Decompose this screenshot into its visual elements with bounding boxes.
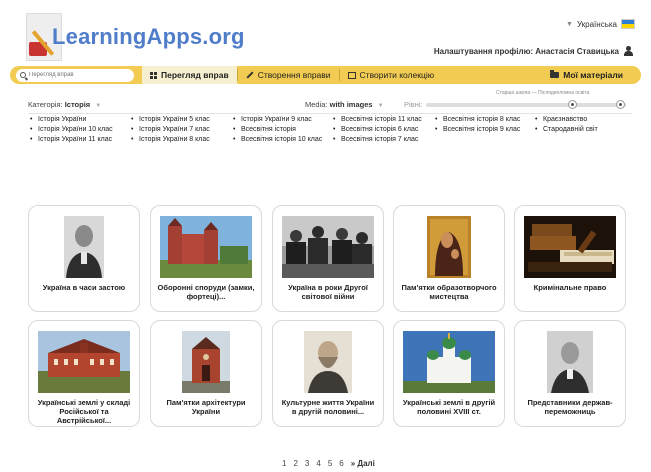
category-link[interactable]: Всесвітня історія 7 клас [333, 136, 433, 144]
page-link-2[interactable]: 2 [293, 459, 297, 468]
category-list: Історія України Історія України 10 клас … [30, 116, 640, 180]
slider-knob-max[interactable] [616, 100, 625, 109]
user-icon [624, 46, 633, 56]
levels-range-note: Старша школа — Післядипломна освіта [496, 90, 590, 96]
category-link[interactable]: Історія України 8 клас [131, 136, 231, 144]
cathedral-photo [403, 331, 495, 393]
app-card[interactable]: Пам'ятки образотворчого мистецтва [393, 205, 505, 312]
page-link-4[interactable]: 4 [316, 459, 320, 468]
card-title: Оборонні споруди (замки, фортеці)... [157, 283, 255, 301]
language-label: Українська [576, 19, 617, 29]
page-link-1[interactable]: 1 [282, 459, 286, 468]
nav-browse-apps-label: Перегляд вправ [161, 70, 229, 80]
category-link[interactable]: Історія України 10 клас [30, 126, 125, 134]
category-link[interactable]: Всесвітня історія 10 клас [233, 136, 333, 144]
app-card[interactable]: Україна в часи застою [28, 205, 140, 312]
main-nav: Перегляд вправ Створення вправи Створити… [10, 66, 641, 84]
card-title: Українські землі у складі Російської та … [37, 398, 131, 425]
profile-label: Налаштування профілю: Анастасія Ставицьк… [433, 46, 619, 56]
search-box [16, 68, 134, 82]
category-link[interactable]: Історія України 7 клас [131, 126, 231, 134]
nav-create-collection[interactable]: Створити колекцію [340, 66, 443, 84]
profile-settings-link[interactable]: Налаштування профілю: Анастасія Ставицьк… [434, 46, 633, 56]
app-card[interactable]: Українські землі у складі Російської та … [28, 320, 140, 427]
category-column: Всесвітня історія 8 клас Всесвітня істор… [435, 116, 530, 136]
media-filter-label: Media: [305, 100, 328, 109]
app-card[interactable]: Кримінальне право [514, 205, 626, 312]
building-photo [38, 331, 130, 393]
search-icon[interactable] [20, 72, 26, 78]
app-card[interactable]: Україна в роки Другої світової війни [272, 205, 384, 312]
card-title: Українські землі в другій половині XVIII… [402, 398, 496, 416]
category-link[interactable]: Всесвітня історія 6 клас [333, 126, 433, 134]
category-filter-label: Категорія: [28, 100, 63, 109]
app-card[interactable]: Представники держав-переможниць [514, 320, 626, 427]
chevron-down-icon: ▼ [95, 103, 102, 109]
category-column: Всесвітня історія 11 клас Всесвітня істо… [333, 116, 433, 146]
conference-photo [282, 216, 374, 278]
media-filter[interactable]: Media: with images ▼ [305, 100, 384, 109]
card-title: Україна в роки Другої світової війни [288, 283, 368, 301]
portrait-bearded-man [304, 331, 352, 393]
page-link-3[interactable]: 3 [305, 459, 309, 468]
nav-create-collection-label: Створити колекцію [359, 70, 435, 80]
card-title: Кримінальне право [533, 283, 607, 292]
logo[interactable]: LearningApps.org [52, 24, 245, 50]
category-column: Краєзнавство Стародавній світ [535, 116, 635, 136]
pencil-icon [246, 71, 254, 79]
levels-label: Рівні: [404, 100, 423, 109]
slider-knob-min[interactable] [568, 100, 577, 109]
category-link[interactable]: Стародавній світ [535, 126, 635, 134]
category-link[interactable]: Всесвітня історія 8 клас [435, 116, 530, 124]
card-title: Представники держав-переможниць [527, 398, 613, 416]
app-card[interactable]: Оборонні споруди (замки, фортеці)... [150, 205, 262, 312]
search-input[interactable] [29, 72, 129, 78]
language-selector[interactable]: ▼ Українська [566, 19, 635, 29]
category-link[interactable]: Всесвітня історія 9 клас [435, 126, 530, 134]
levels-slider[interactable] [426, 100, 626, 109]
app-card[interactable]: Пам'ятки архітектури України [150, 320, 262, 427]
chevron-down-icon: ▼ [377, 103, 384, 109]
nav-my-materials[interactable]: Мої матеріали [542, 66, 631, 84]
media-filter-value: with images [329, 100, 373, 109]
nav-browse-apps[interactable]: Перегляд вправ [142, 66, 237, 84]
ukraine-flag-icon [621, 19, 635, 29]
category-link[interactable]: Краєзнавство [535, 116, 635, 124]
grid-icon [150, 71, 157, 79]
category-link[interactable]: Історія України 11 клас [30, 136, 125, 144]
page-link-6[interactable]: 6 [339, 459, 343, 468]
category-link[interactable]: Історія України 9 клас [233, 116, 333, 124]
pagination: 1 2 3 4 5 6 » Далі [282, 459, 375, 468]
portrait-statesman [547, 331, 593, 393]
category-link[interactable]: Всесвітня історія [233, 126, 333, 134]
collection-icon [347, 71, 356, 79]
card-title: Україна в часи застою [42, 283, 126, 292]
category-filter[interactable]: Категорія: Історія ▼ [28, 100, 101, 109]
app-card[interactable]: Культурне життя України в другій половин… [272, 320, 384, 427]
folder-icon [550, 70, 560, 78]
page-link-5[interactable]: 5 [328, 459, 332, 468]
category-link[interactable]: Всесвітня історія 11 клас [333, 116, 433, 124]
category-filter-value: Історія [64, 100, 91, 109]
nav-create-app[interactable]: Створення вправи [238, 66, 339, 84]
card-title: Культурне життя України в другій половин… [281, 398, 375, 416]
app-card[interactable]: Українські землі в другій половині XVIII… [393, 320, 505, 427]
next-page-link[interactable]: » Далі [351, 459, 375, 468]
castle-photo [160, 216, 252, 278]
icon-painting [427, 216, 471, 278]
category-column: Історія України 5 клас Історія України 7… [131, 116, 231, 146]
church-photo [182, 331, 230, 393]
portrait-man-photo [64, 216, 104, 278]
card-title: Пам'ятки образотворчого мистецтва [401, 283, 497, 301]
category-column: Історія України 9 клас Всесвітня історія… [233, 116, 333, 146]
card-title: Пам'ятки архітектури України [166, 398, 246, 416]
category-column: Історія України Історія України 10 клас … [30, 116, 125, 146]
nav-create-app-label: Створення вправи [257, 70, 331, 80]
category-link[interactable]: Історія України 5 клас [131, 116, 231, 124]
category-link[interactable]: Історія України [30, 116, 125, 124]
law-books-photo [524, 216, 616, 278]
nav-my-materials-label: Мої матеріали [563, 70, 623, 80]
chevron-down-icon: ▼ [566, 20, 573, 28]
